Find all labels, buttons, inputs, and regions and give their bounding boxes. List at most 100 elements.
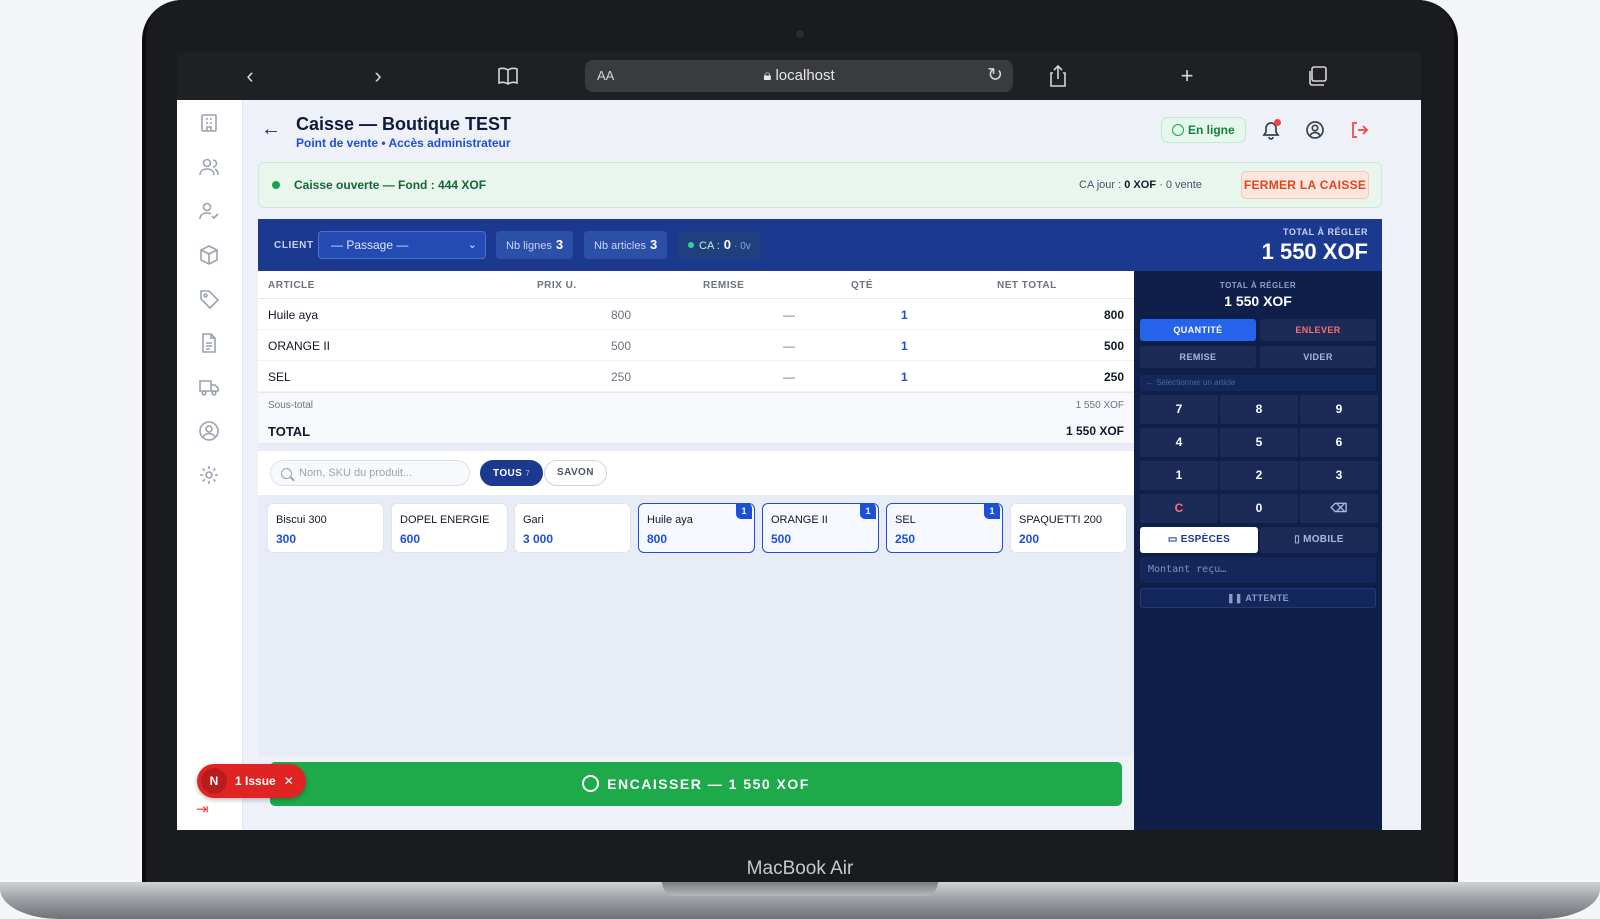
total-due-value: 1 550 XOF [1261, 239, 1368, 264]
truck-icon[interactable] [198, 376, 220, 398]
product-card[interactable]: ORANGE II 500 1 [762, 503, 879, 553]
product-card[interactable]: DOPEL ENERGIE 600 [391, 503, 508, 553]
cash-payment-button[interactable]: ▭ ESPÈCES [1140, 527, 1258, 553]
product-search-input[interactable]: Nom, SKU du produit... [270, 460, 470, 486]
page-subtitle: Point de vente • Accès administrateur [296, 136, 511, 150]
issues-badge[interactable]: N1 Issue ✕ [197, 764, 306, 798]
bookmarks-icon[interactable] [493, 62, 523, 95]
ca-chip: CA :0 · 0v [678, 231, 761, 259]
back-arrow-icon[interactable]: ← [261, 118, 281, 141]
account-icon[interactable] [1305, 120, 1325, 140]
checkout-button[interactable]: ENCAISSER — 1 550 XOF [270, 762, 1122, 806]
users-icon[interactable] [198, 156, 220, 178]
product-card[interactable]: Huile aya 800 1 [638, 503, 755, 553]
client-select[interactable]: — Passage — ⌄ [318, 231, 486, 259]
key-2[interactable]: 2 [1220, 461, 1298, 490]
product-search-row: Nom, SKU du produit... TOUS 7 SAVON [258, 451, 1134, 495]
notifications-bell-icon[interactable] [1261, 119, 1281, 140]
mobile-payment-button[interactable]: ▯ MOBILE [1260, 527, 1378, 553]
col-qty: QTÉ [851, 280, 874, 291]
tabs-overview-icon[interactable] [1302, 62, 1332, 94]
numpad-panel: TOTAL À RÉGLER 1 550 XOF QUANTITÉ ENLEVE… [1134, 271, 1382, 830]
pos-app: ← Caisse — Boutique TEST Point de vente … [177, 100, 1421, 830]
filter-savon[interactable]: SAVON [544, 460, 607, 486]
chevron-down-icon: ⌄ [467, 239, 477, 251]
close-icon[interactable]: ✕ [284, 774, 294, 788]
key-4[interactable]: 4 [1140, 428, 1218, 457]
check-circle-icon [582, 775, 600, 792]
phone-icon: ▯ [1294, 534, 1304, 545]
main-area: ← Caisse — Boutique TEST Point de vente … [196, 100, 1421, 830]
settings-gear-icon[interactable] [198, 464, 220, 486]
dashboard-icon[interactable] [198, 112, 220, 134]
camera [796, 30, 804, 38]
table-row[interactable]: ORANGE II 500 — 1 500 [258, 330, 1134, 361]
cart-table: ARTICLE PRIX U. REMISE QTÉ NET TOTAL Hui… [258, 271, 1134, 444]
url-text: localhost [775, 67, 835, 84]
hold-button[interactable]: ❚❚ ATTENTE [1140, 588, 1376, 608]
screen: ‹ › AA 🔒︎ localhost ↻ + ← Caisse — Bouti… [177, 52, 1421, 830]
product-grid: Biscui 300 300 DOPEL ENERGIE 600 Gari 3 … [258, 495, 1134, 555]
daily-revenue: CA jour : 0 XOF · 0 vente [1079, 179, 1202, 191]
profile-icon[interactable] [198, 420, 220, 442]
close-register-button[interactable]: FERMER LA CAISSE [1241, 171, 1369, 199]
filter-all[interactable]: TOUS 7 [480, 460, 544, 486]
cart-area: ARTICLE PRIX U. REMISE QTÉ NET TOTAL Hui… [258, 271, 1134, 756]
new-tab-icon[interactable]: + [1172, 62, 1202, 90]
status-dot [272, 181, 280, 189]
product-card[interactable]: Gari 3 000 [514, 503, 631, 553]
key-3[interactable]: 3 [1300, 461, 1378, 490]
user-check-icon[interactable] [198, 200, 220, 222]
discount-button[interactable]: REMISE [1140, 346, 1256, 368]
quantity-mode-button[interactable]: QUANTITÉ [1140, 319, 1256, 341]
page-title: Caisse — Boutique TEST [296, 114, 512, 134]
lines-count-chip: Nb lignes 3 [496, 231, 574, 259]
laptop-notch [662, 882, 938, 896]
total-due-label: TOTAL À RÉGLER [1282, 227, 1368, 237]
table-row[interactable]: Huile aya 800 — 1 800 [258, 299, 1134, 330]
product-card[interactable]: Biscui 300 300 [267, 503, 384, 553]
table-row[interactable]: SEL 250 — 1 250 [258, 361, 1134, 392]
col-article: ARTICLE [268, 280, 315, 291]
notification-dot [1274, 119, 1281, 126]
product-card[interactable]: SPAQUETTI 200 200 [1010, 503, 1127, 553]
back-icon[interactable]: ‹ [235, 62, 265, 90]
key-9[interactable]: 9 [1300, 395, 1378, 424]
key-0[interactable]: 0 [1220, 494, 1298, 523]
page-header: ← Caisse — Boutique TEST Point de vente … [243, 100, 1421, 160]
register-status-bar: Caisse ouverte — Fond : 444 XOF CA jour … [258, 162, 1382, 208]
sidebar-logout-icon[interactable]: ⇥ [196, 800, 209, 818]
col-discount: REMISE [703, 280, 745, 291]
table-header: ARTICLE PRIX U. REMISE QTÉ NET TOTAL [258, 271, 1134, 299]
logout-icon[interactable] [1349, 120, 1369, 140]
document-icon[interactable] [198, 332, 220, 354]
browser-toolbar: ‹ › AA 🔒︎ localhost ↻ + [177, 52, 1421, 100]
device-label: MacBook Air [746, 858, 854, 879]
banknote-icon: ▭ [1167, 534, 1181, 545]
forward-icon[interactable]: › [363, 62, 393, 90]
clear-button[interactable]: VIDER [1260, 346, 1376, 368]
key-1[interactable]: 1 [1140, 461, 1218, 490]
amount-received-input[interactable]: Montant reçu… [1140, 557, 1376, 583]
cart-qty-badge: 1 [984, 503, 1000, 519]
url-bar[interactable]: AA 🔒︎ localhost ↻ [585, 60, 1013, 92]
ca-dot [688, 242, 694, 248]
remove-button[interactable]: ENLEVER [1260, 319, 1376, 341]
key-5[interactable]: 5 [1220, 428, 1298, 457]
total-row: TOTAL 1 550 XOF [258, 418, 1134, 444]
product-card[interactable]: SEL 250 1 [886, 503, 1003, 553]
cart-qty-badge: 1 [860, 503, 876, 519]
key-7[interactable]: 7 [1140, 395, 1218, 424]
pause-icon: ❚❚ [1226, 593, 1246, 603]
reload-icon[interactable]: ↻ [987, 64, 1003, 87]
key-clear[interactable]: C [1140, 494, 1218, 523]
share-icon[interactable] [1043, 62, 1073, 95]
numpad-total-label: TOTAL À RÉGLER [1219, 281, 1297, 290]
backspace-icon[interactable]: ⌫ [1300, 494, 1378, 523]
package-icon[interactable] [198, 244, 220, 266]
tag-icon[interactable] [198, 288, 220, 310]
select-article-hint: ← Sélectionner un article [1140, 375, 1376, 391]
key-6[interactable]: 6 [1300, 428, 1378, 457]
key-8[interactable]: 8 [1220, 395, 1298, 424]
cart-qty-badge: 1 [736, 503, 752, 519]
